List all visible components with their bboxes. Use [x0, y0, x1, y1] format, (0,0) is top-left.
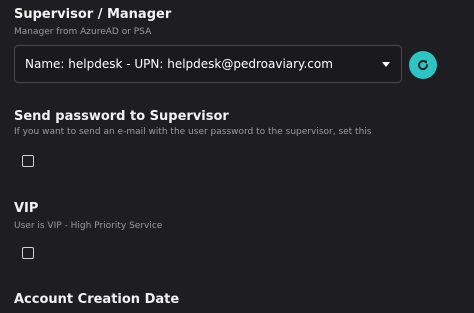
- supervisor-select-value: Name: helpdesk - UPN: helpdesk@pedroavia…: [25, 57, 333, 71]
- vip-checkbox[interactable]: [22, 247, 34, 259]
- send-password-help-text: If you want to send an e-mail with the u…: [14, 127, 372, 137]
- refresh-button[interactable]: [409, 51, 437, 79]
- supervisor-label: Supervisor / Manager: [14, 7, 172, 22]
- vip-help-text: User is VIP - High Priority Service: [14, 221, 163, 231]
- vip-label: VIP: [14, 201, 39, 216]
- supervisor-help-text: Manager from AzureAD or PSA: [14, 27, 152, 37]
- refresh-icon: [418, 60, 429, 71]
- form-panel: Supervisor / Manager Manager from AzureA…: [0, 0, 474, 313]
- account-creation-date-label: Account Creation Date: [14, 292, 180, 307]
- send-password-label: Send password to Supervisor: [14, 109, 229, 124]
- caret-down-icon: [382, 61, 390, 67]
- supervisor-select[interactable]: Name: helpdesk - UPN: helpdesk@pedroavia…: [14, 45, 402, 83]
- send-password-checkbox[interactable]: [22, 155, 34, 167]
